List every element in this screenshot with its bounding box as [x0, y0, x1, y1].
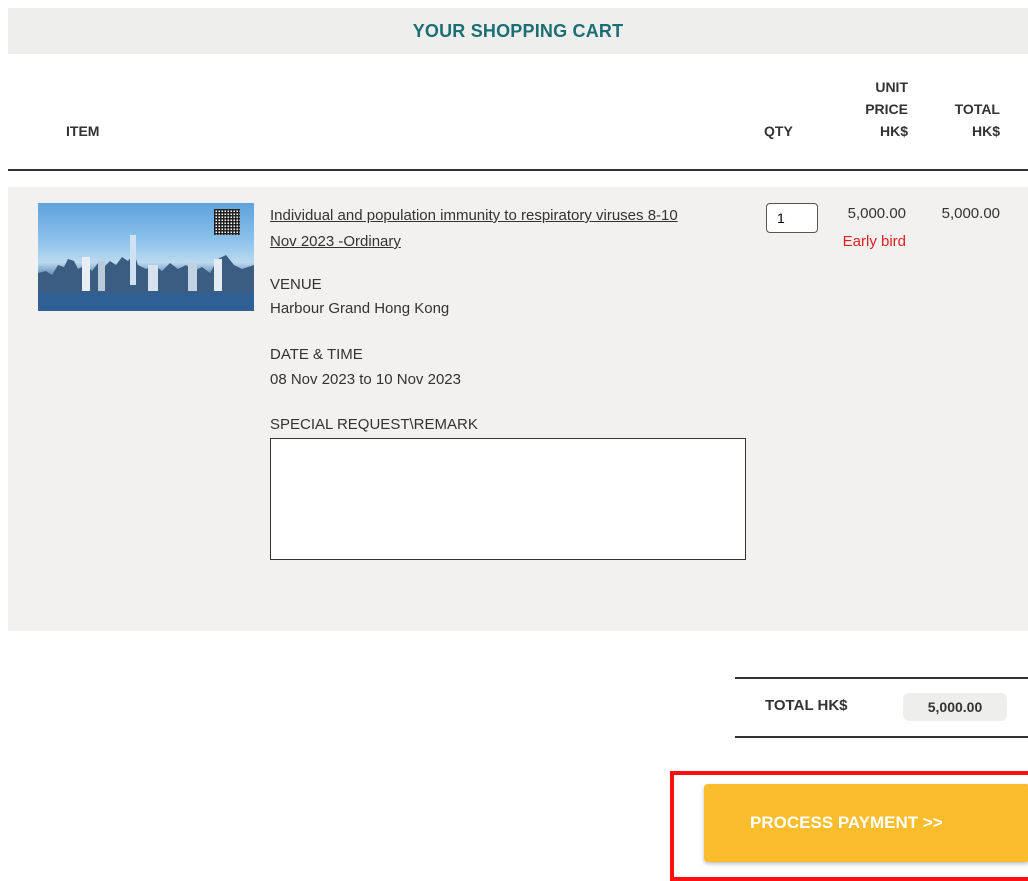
- column-header-total: TOTAL HK$: [954, 101, 1000, 139]
- special-request-textarea[interactable]: [270, 438, 746, 560]
- venue-label: VENUE: [270, 276, 322, 293]
- special-request-label: SPECIAL REQUEST\REMARK: [270, 416, 478, 433]
- item-name-link[interactable]: Individual and population immunity to re…: [270, 203, 690, 255]
- highlight-annotation: [670, 771, 1028, 881]
- qr-code-icon: [214, 209, 240, 235]
- early-bird-badge: Early bird: [842, 233, 906, 250]
- date-time-label: DATE & TIME: [270, 346, 363, 363]
- total-value: 5,000.00: [903, 693, 1007, 721]
- skyline-graphic: [38, 235, 254, 295]
- header-divider: [8, 169, 1028, 171]
- summary-divider-bottom: [735, 736, 1028, 738]
- date-time-value: 08 Nov 2023 to 10 Nov 2023: [270, 371, 461, 388]
- summary-divider-top: [735, 677, 1028, 679]
- quantity-input[interactable]: [766, 203, 818, 233]
- column-header-qty: QTY: [764, 123, 793, 139]
- harbour-water: [38, 293, 254, 311]
- line-total-value: 5,000.00: [941, 205, 1000, 222]
- event-thumbnail-image: [38, 203, 254, 311]
- total-label: TOTAL HK$: [765, 697, 848, 714]
- unit-price-value: 5,000.00: [847, 205, 906, 222]
- column-header-unit-price: UNIT PRICE HK$: [865, 79, 908, 139]
- cart-title: YOUR SHOPPING CART: [8, 8, 1028, 54]
- venue-value: Harbour Grand Hong Kong: [270, 300, 450, 317]
- column-header-item: ITEM: [66, 123, 100, 139]
